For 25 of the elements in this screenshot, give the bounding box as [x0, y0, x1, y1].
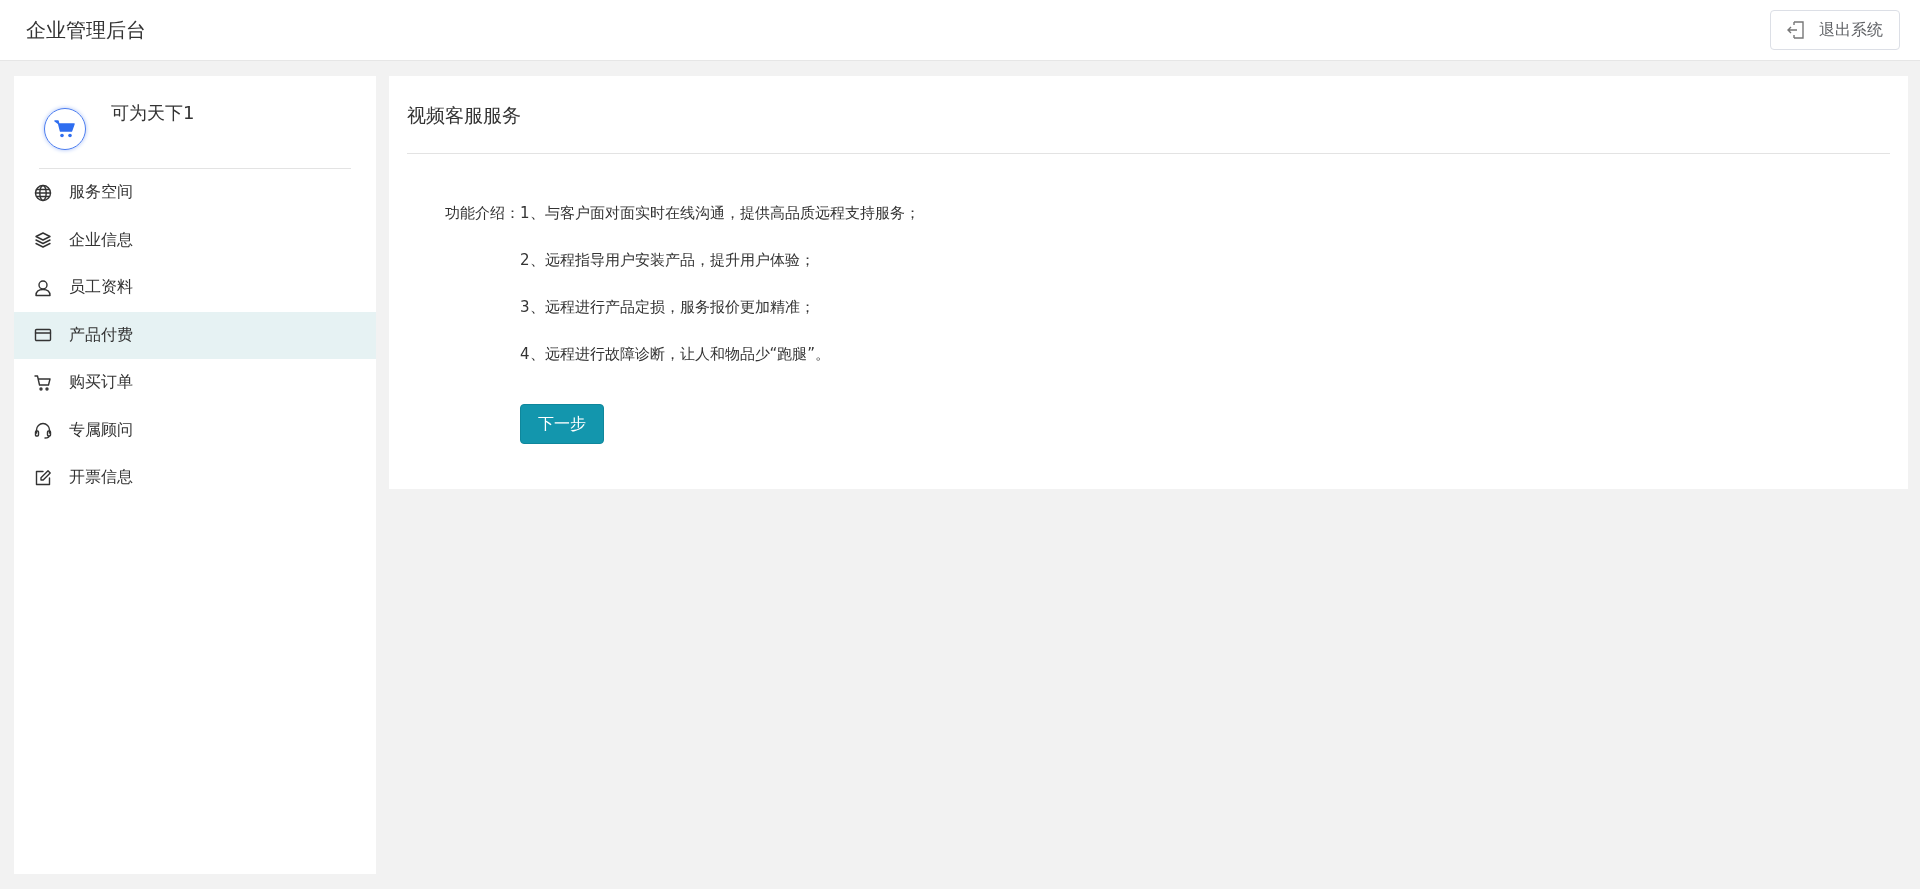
- feature-text: 4、远程进行故障诊断，让人和物品少“跑腿”。: [520, 344, 832, 365]
- cart-icon: [34, 373, 52, 392]
- cart-icon: [54, 119, 76, 139]
- panel-title: 视频客服服务: [407, 76, 1890, 154]
- intro-label: 功能介绍：: [445, 203, 520, 224]
- sidebar-item[interactable]: 服务空间: [14, 169, 376, 217]
- app-title: 企业管理后台: [26, 16, 146, 44]
- exit-icon: [1787, 20, 1805, 40]
- feature-text: 1、与客户面对面实时在线沟通，提供高品质远程支持服务；: [520, 203, 920, 224]
- sidebar-item[interactable]: 购买订单: [14, 359, 376, 407]
- feature-text: 3、远程进行产品定损，服务报价更加精准；: [520, 297, 816, 318]
- headset-icon: [34, 421, 52, 440]
- user-icon: [34, 278, 52, 297]
- layers-icon: [34, 231, 52, 250]
- feature-text: 2、远程指导用户安装产品，提升用户体验；: [520, 250, 816, 271]
- sidebar-item[interactable]: 产品付费: [14, 311, 376, 359]
- logout-button[interactable]: 退出系统: [1770, 10, 1900, 50]
- sidebar-item[interactable]: 专属顾问: [14, 406, 376, 454]
- sidebar-item[interactable]: 员工资料: [14, 264, 376, 312]
- edit-icon: [34, 468, 52, 487]
- next-button[interactable]: 下一步: [520, 404, 604, 444]
- sidebar-item[interactable]: 企业信息: [14, 216, 376, 264]
- account-name: 可为天下1: [111, 101, 195, 125]
- sidebar-item[interactable]: 开票信息: [14, 454, 376, 502]
- globe-icon: [34, 183, 52, 202]
